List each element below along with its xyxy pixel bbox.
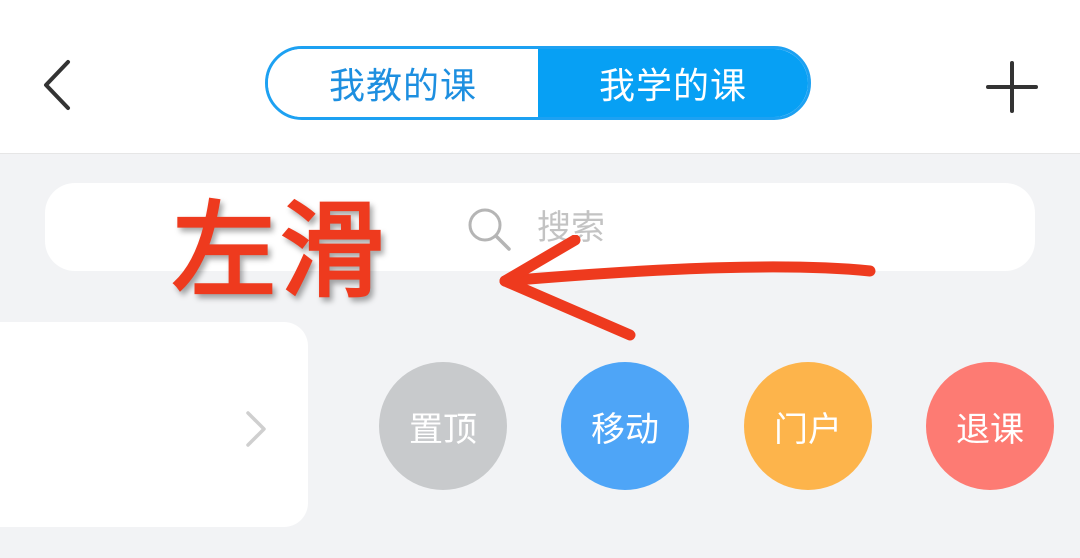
move-button[interactable]: 移动 <box>561 362 689 490</box>
course-type-switch: 我教的课 我学的课 <box>265 46 811 120</box>
back-button[interactable] <box>30 50 90 120</box>
plus-icon <box>986 61 1038 113</box>
drop-course-button[interactable]: 退课 <box>926 362 1054 490</box>
chevron-left-icon <box>44 60 70 110</box>
course-card[interactable] <box>0 322 308 527</box>
top-bar: 我教的课 我学的课 <box>0 0 1080 154</box>
portal-button[interactable]: 门户 <box>744 362 872 490</box>
tab-teaching-courses[interactable]: 我教的课 <box>268 49 538 117</box>
pin-button[interactable]: 置顶 <box>379 362 507 490</box>
chevron-right-icon <box>246 411 266 447</box>
left-arrow-annotation-icon <box>499 235 876 341</box>
add-button[interactable] <box>980 55 1044 119</box>
swipe-left-annotation: 左滑 <box>172 190 389 312</box>
tab-learning-courses[interactable]: 我学的课 <box>538 49 808 117</box>
